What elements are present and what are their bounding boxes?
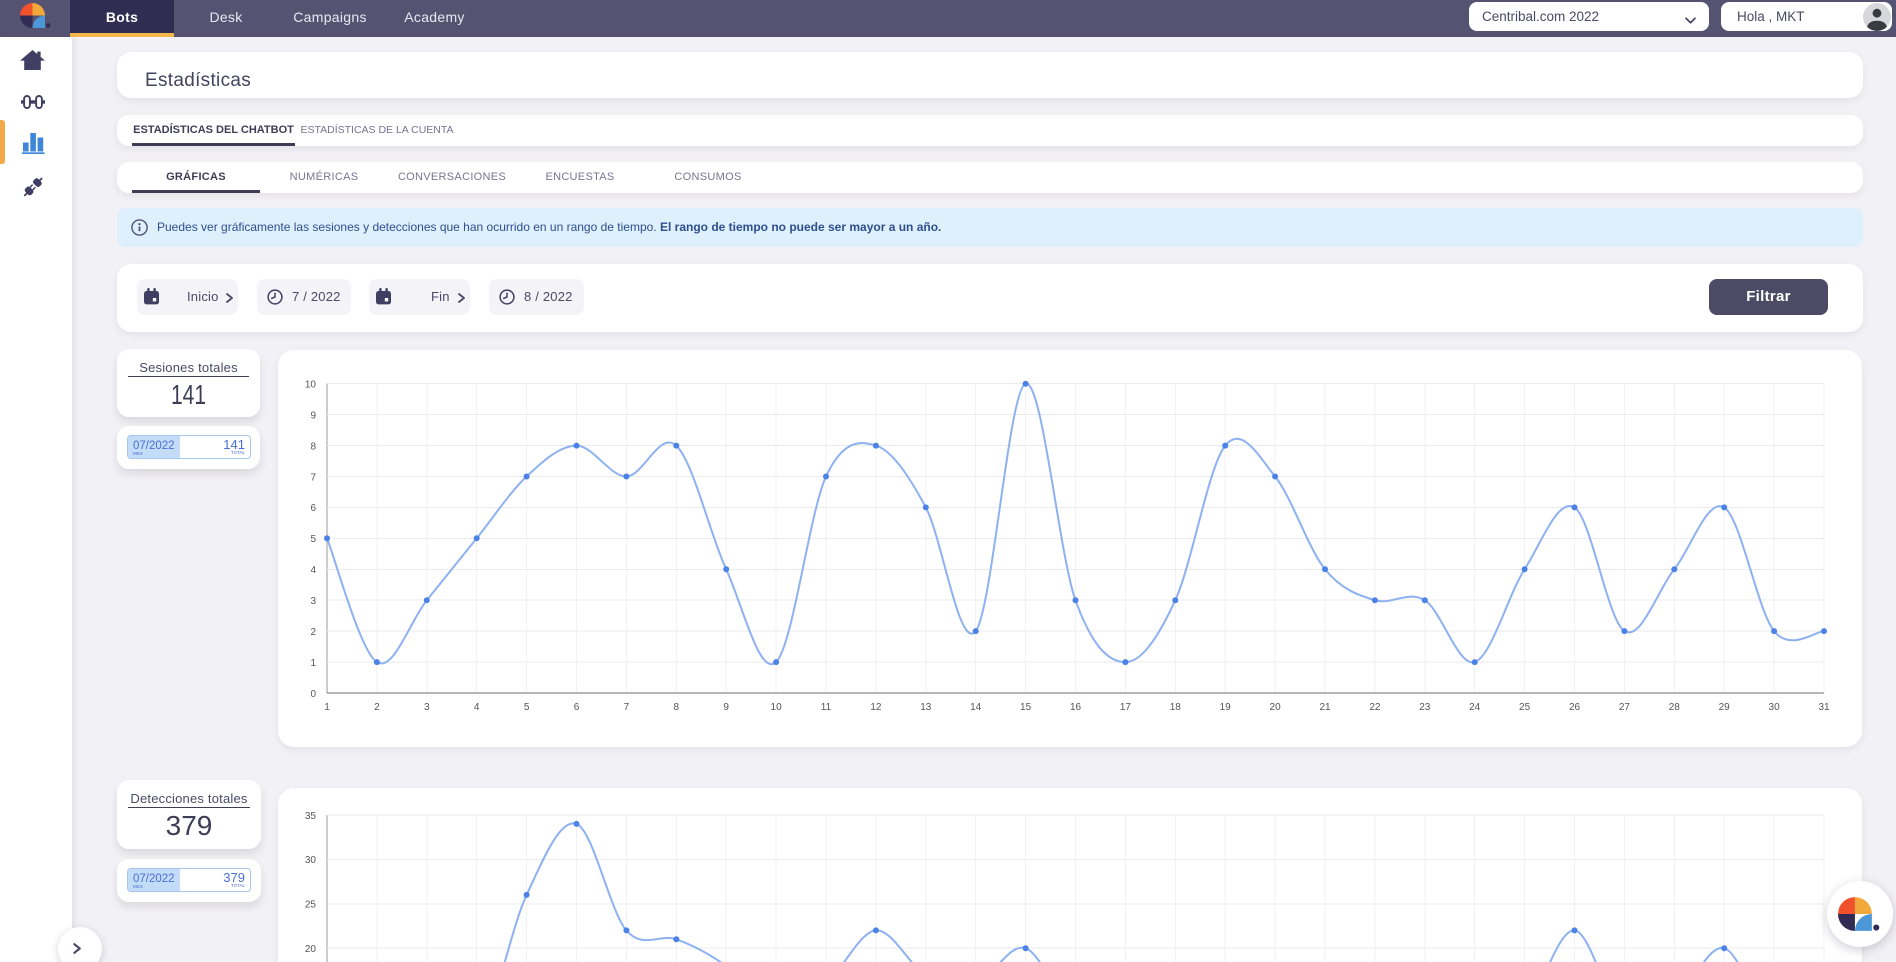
svg-text:17: 17 xyxy=(1120,702,1132,713)
svg-text:6: 6 xyxy=(310,503,316,514)
svg-text:24: 24 xyxy=(1469,702,1481,713)
svg-text:30: 30 xyxy=(1769,702,1781,713)
svg-text:1: 1 xyxy=(324,702,330,713)
svg-text:3: 3 xyxy=(310,596,316,607)
svg-text:10: 10 xyxy=(305,380,317,391)
svg-text:7: 7 xyxy=(624,702,630,713)
svg-text:4: 4 xyxy=(310,565,316,576)
svg-text:23: 23 xyxy=(1419,702,1431,713)
svg-text:1: 1 xyxy=(310,658,316,669)
svg-text:13: 13 xyxy=(920,702,932,713)
svg-text:15: 15 xyxy=(1020,702,1032,713)
svg-text:8: 8 xyxy=(674,702,680,713)
svg-text:19: 19 xyxy=(1220,702,1232,713)
svg-text:27: 27 xyxy=(1619,702,1631,713)
svg-text:29: 29 xyxy=(1719,702,1731,713)
svg-text:14: 14 xyxy=(970,702,982,713)
svg-text:22: 22 xyxy=(1369,702,1381,713)
svg-text:11: 11 xyxy=(821,702,832,713)
svg-text:0: 0 xyxy=(310,689,316,700)
svg-text:10: 10 xyxy=(771,702,783,713)
svg-text:31: 31 xyxy=(1818,702,1830,713)
svg-text:8: 8 xyxy=(310,441,316,452)
svg-text:20: 20 xyxy=(1270,702,1282,713)
svg-text:25: 25 xyxy=(305,900,317,911)
svg-text:7: 7 xyxy=(310,472,316,483)
svg-text:21: 21 xyxy=(1319,702,1331,713)
svg-text:18: 18 xyxy=(1170,702,1182,713)
svg-text:2: 2 xyxy=(310,627,316,638)
svg-text:28: 28 xyxy=(1669,702,1681,713)
svg-text:25: 25 xyxy=(1519,702,1531,713)
svg-text:16: 16 xyxy=(1070,702,1082,713)
svg-text:35: 35 xyxy=(305,811,317,822)
svg-text:20: 20 xyxy=(305,944,317,955)
svg-text:26: 26 xyxy=(1569,702,1581,713)
svg-text:9: 9 xyxy=(723,702,729,713)
svg-text:6: 6 xyxy=(574,702,580,713)
svg-text:4: 4 xyxy=(474,702,480,713)
svg-text:5: 5 xyxy=(524,702,530,713)
svg-text:12: 12 xyxy=(870,702,882,713)
svg-text:5: 5 xyxy=(310,534,316,545)
svg-text:3: 3 xyxy=(424,702,430,713)
svg-text:2: 2 xyxy=(374,702,380,713)
svg-text:30: 30 xyxy=(305,855,317,866)
svg-text:9: 9 xyxy=(310,410,316,421)
